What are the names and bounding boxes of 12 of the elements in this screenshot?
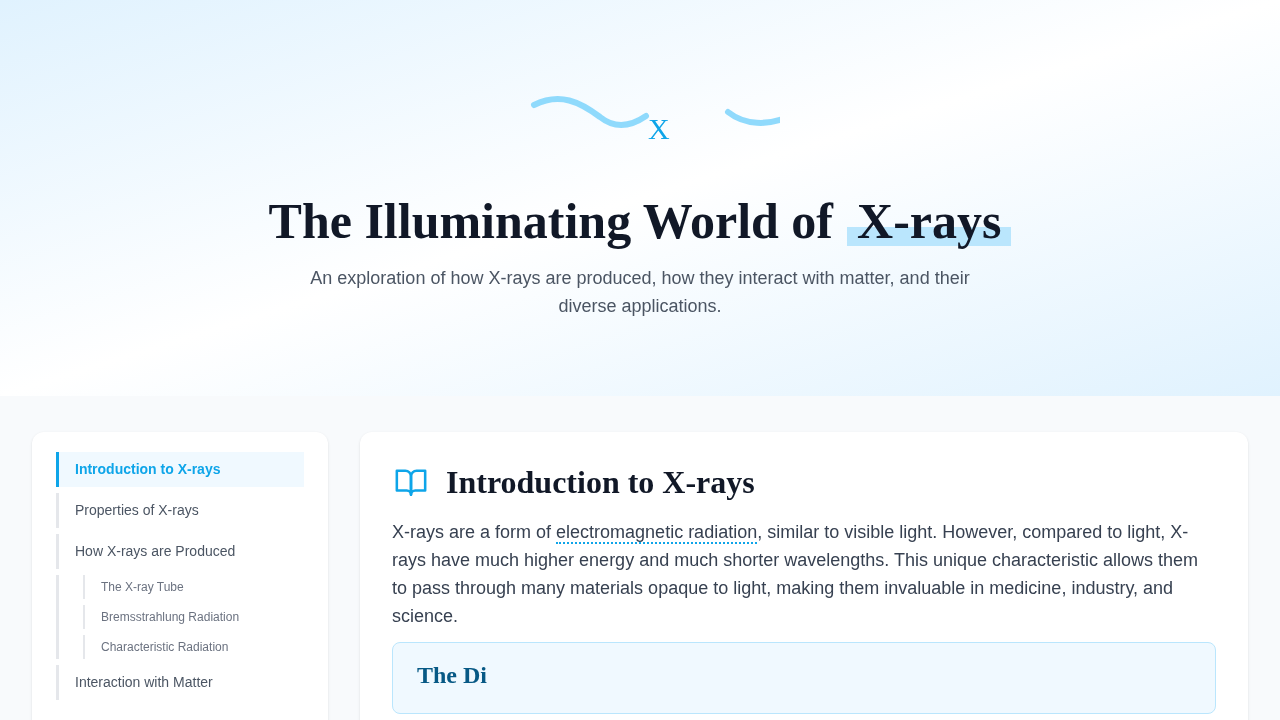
intro-paragraph: X-rays are a form of electromagnetic radiation, similar to visible light. However, compared to light, X-rays have much higher energy and much shorter wavelengths. This unique characteristic allows them to pass through many materials opaque to light, making them invaluable in medicine, industry, and science. bbox=[392, 521, 1200, 628]
nav-link[interactable]: The X-ray Tube bbox=[83, 575, 304, 599]
logo-letter: X bbox=[648, 114, 670, 144]
page-subtitle: An exploration of how X-rays are produced, how they interact with matter, and their diverse applications. bbox=[309, 267, 971, 318]
nav-link[interactable]: How X-rays are Produced bbox=[56, 534, 304, 569]
nav-link[interactable]: Properties of X-rays bbox=[56, 493, 304, 528]
term-link[interactable]: electromagnetic radiation bbox=[556, 522, 758, 544]
callout-title: The Di bbox=[417, 661, 488, 690]
nav-link[interactable]: Interaction with Matter bbox=[56, 665, 304, 700]
nav-link[interactable]: Characteristic Radiation bbox=[83, 635, 304, 659]
section-title: Introduction to X-rays bbox=[446, 463, 755, 502]
nav-link[interactable]: Bremsstrahlung Radiation bbox=[83, 605, 304, 629]
